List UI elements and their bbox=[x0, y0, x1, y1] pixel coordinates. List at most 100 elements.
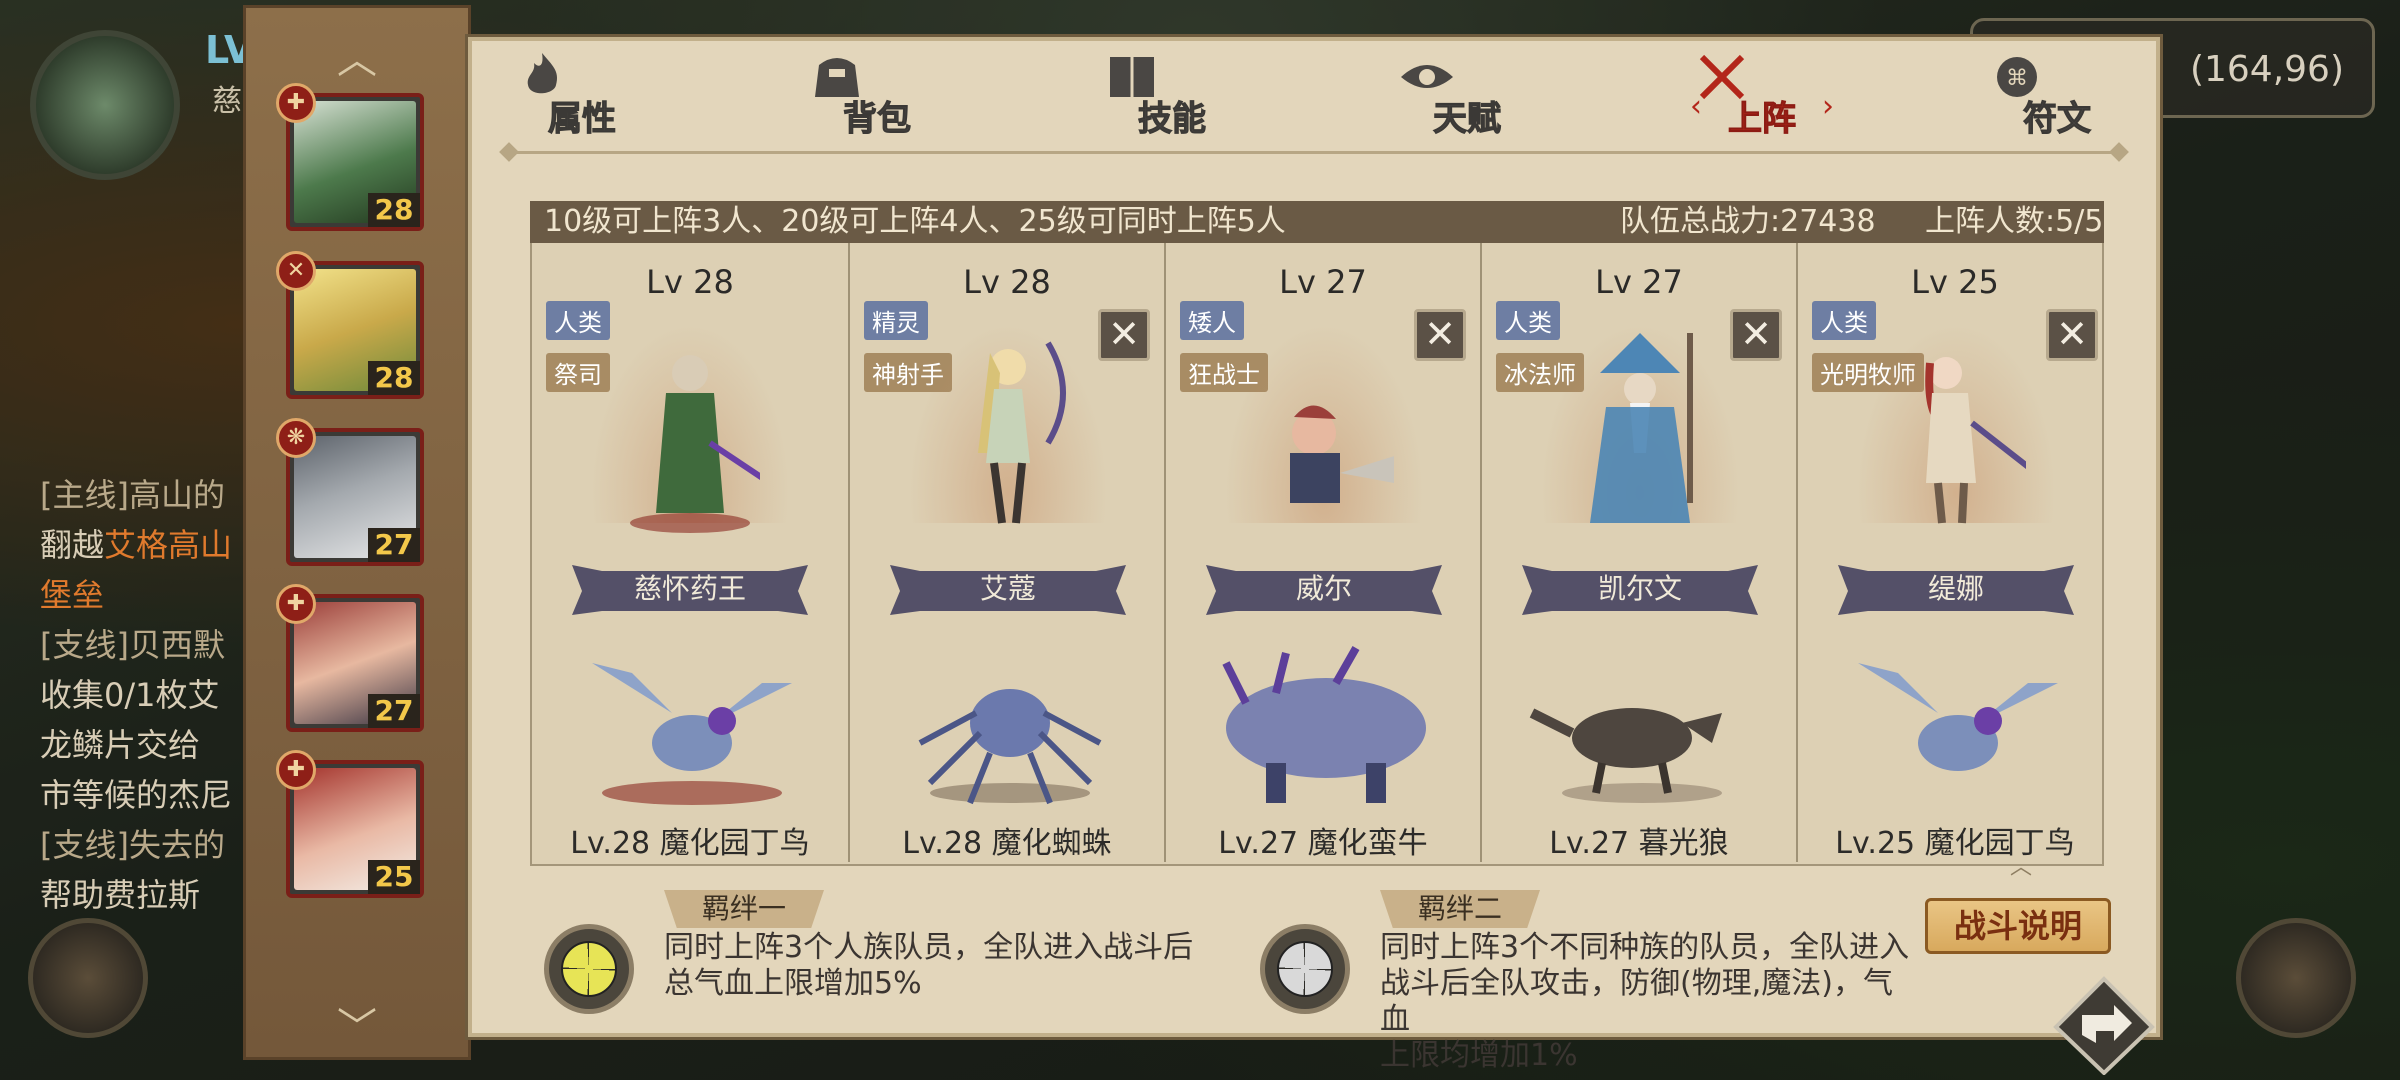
rune-icon: ⌘ bbox=[1997, 57, 2037, 97]
player-name: 慈 bbox=[212, 84, 242, 119]
slot-level: Lv 28 bbox=[646, 263, 734, 301]
tab-label: 符文 bbox=[2023, 99, 2092, 139]
hero-figure bbox=[1590, 333, 1693, 523]
bond-icon bbox=[1260, 924, 1350, 1014]
pet-name: Lv.27 暮光狼 bbox=[1549, 826, 1729, 861]
hero-name-ribbon bbox=[572, 565, 808, 615]
flame-icon bbox=[527, 53, 558, 94]
quest-title: [主线]高山的 bbox=[40, 476, 225, 514]
pet-figure bbox=[1222, 646, 1426, 803]
tab-backpack[interactable]: 背包 bbox=[807, 51, 947, 141]
lineup-slot[interactable]: Lv 25 人类 光明牧师 ✕ 缇娜 Lv.25 魔化园丁鸟 bbox=[1796, 243, 2112, 862]
lineup-slot[interactable]: Lv 27 人类 冰法师 ✕ 凯尔文 Lv. bbox=[1480, 243, 1796, 862]
mount-button[interactable] bbox=[28, 918, 148, 1038]
tab-label: 技能 bbox=[1138, 99, 1207, 139]
book-icon bbox=[1110, 57, 1154, 97]
pet-name: Lv.27 魔化蛮牛 bbox=[1218, 826, 1428, 861]
formation-rule-text: 10级可上阵3人、20级可上阵4人、25级可同时上阵5人 bbox=[544, 204, 1286, 239]
team-power: 队伍总战力:27438 bbox=[1620, 204, 1876, 239]
quest-tracker[interactable]: [主线]高山的 翻越艾格高山 堡垒 [支线]贝西默 收集0/1枚艾 龙鳞片交给 … bbox=[40, 470, 250, 920]
class-badge-icon: ✚ bbox=[276, 83, 316, 123]
tab-label: 属性 bbox=[548, 99, 617, 139]
lineup-area: Lv 28 人类 祭司 慈怀药王 Lv.28 魔化园丁鸟 Lv 28 精灵 ✕ … bbox=[530, 243, 2104, 866]
quest-body: 翻越艾格高山 bbox=[40, 526, 233, 564]
class-badge-icon: ✚ bbox=[276, 584, 316, 624]
quest-body: 收集0/1枚艾 bbox=[40, 676, 220, 714]
hero-name-ribbon bbox=[1522, 565, 1758, 615]
bond-title: 羁绊一 bbox=[664, 890, 824, 928]
class-badge-icon: ✚ bbox=[276, 750, 316, 790]
hero-level: 27 bbox=[368, 528, 420, 562]
deploy-count: 上阵人数:5/5 bbox=[1925, 204, 2104, 239]
hero-formation-panel: 属性 背包 技能 天赋 ‹ 上阵 › ⌘ 符文 10级可上阵3人、20级可上阵4… bbox=[468, 37, 2160, 1073]
slot-level: Lv 25 bbox=[1911, 263, 1999, 301]
bond-two: 羁绊二 同时上阵3个不同种族的队员，全队进入 战斗后全队攻击，防御(物理,魔法)… bbox=[1260, 884, 1920, 1073]
tab-deploy[interactable]: ‹ 上阵 › bbox=[1690, 51, 1834, 141]
bond-description: 同时上阵3个人族队员，全队进入战斗后 总气血上限增加5% bbox=[664, 930, 1194, 1001]
tab-runes[interactable]: ⌘ 符文 bbox=[1987, 51, 2127, 141]
eye-icon bbox=[1401, 65, 1453, 88]
quest-body: 龙鳞片交给 bbox=[40, 726, 201, 764]
roster-hero-card[interactable]: ✕ 28 bbox=[276, 251, 424, 399]
chevron-left-icon: ‹ bbox=[1690, 89, 1702, 124]
tab-attributes[interactable]: 属性 bbox=[512, 51, 652, 141]
battle-info-button[interactable]: 战斗说明 bbox=[1925, 898, 2111, 954]
hero-figure bbox=[630, 355, 760, 533]
pet-figure bbox=[1858, 663, 2058, 771]
quest-body: 市等候的杰尼 bbox=[40, 776, 233, 814]
hero-roster-sidebar[interactable]: ︿ ✚ 28 ✕ 28 ❋ 27 ✚ 27 ✚ 25 ﹀ bbox=[243, 5, 471, 1060]
home-button[interactable] bbox=[2236, 918, 2356, 1038]
roster-hero-card[interactable]: ✚ 27 bbox=[276, 584, 424, 732]
lineup-slot[interactable]: Lv 27 矮人 狂战士 ✕ 威尔 Lv.27 魔化蛮牛 bbox=[1164, 243, 1480, 862]
pet-name: Lv.28 魔化蜘蛛 bbox=[902, 826, 1112, 861]
tab-label: 天赋 bbox=[1433, 99, 1502, 139]
pet-figure bbox=[918, 689, 1102, 805]
tab-skills[interactable]: 技能 bbox=[1102, 51, 1242, 141]
quest-body: 堡垒 bbox=[40, 576, 105, 614]
lineup-slot[interactable]: Lv 28 人类 祭司 慈怀药王 Lv.28 魔化园丁鸟 bbox=[532, 243, 848, 862]
scroll-down-arrow-icon[interactable]: ﹀ bbox=[246, 1008, 468, 1048]
chevron-right-icon: › bbox=[1822, 89, 1834, 124]
svg-text:⌘: ⌘ bbox=[2006, 66, 2028, 91]
return-arrow-icon[interactable] bbox=[2052, 975, 2156, 1075]
scroll-up-arrow-icon[interactable]: ︿ bbox=[246, 40, 468, 80]
hero-level: 27 bbox=[368, 694, 420, 728]
slot-level: Lv 28 bbox=[963, 263, 1051, 301]
tab-bar: 属性 背包 技能 天赋 ‹ 上阵 › ⌘ 符文 bbox=[472, 41, 2156, 141]
class-badge-icon: ❋ bbox=[276, 418, 316, 458]
roster-hero-card[interactable]: ✚ 28 bbox=[276, 83, 424, 231]
bond-icon bbox=[544, 924, 634, 1014]
quest-title: [支线]失去的 bbox=[40, 826, 225, 864]
bond-description: 同时上阵3个不同种族的队员，全队进入 战斗后全队攻击，防御(物理,魔法)，气血 … bbox=[1380, 930, 1910, 1073]
player-avatar[interactable] bbox=[30, 30, 180, 180]
roster-hero-card[interactable]: ❋ 27 bbox=[276, 418, 424, 566]
roster-hero-card[interactable]: ✚ 25 bbox=[276, 750, 424, 898]
tab-talent[interactable]: 天赋 bbox=[1397, 51, 1537, 141]
hero-level: 25 bbox=[368, 860, 420, 894]
hero-name-ribbon bbox=[1206, 565, 1442, 615]
tab-label: 背包 bbox=[843, 99, 912, 139]
slot-level: Lv 27 bbox=[1279, 263, 1367, 301]
hero-name-ribbon bbox=[890, 565, 1126, 615]
bond-one: 羁绊一 同时上阵3个人族队员，全队进入战斗后 总气血上限增加5% bbox=[544, 884, 1244, 1034]
tab-label: 上阵 bbox=[1728, 99, 1797, 139]
hero-name-ribbon bbox=[1838, 565, 2074, 615]
pet-figure bbox=[592, 663, 792, 805]
bag-icon bbox=[815, 58, 859, 97]
quest-body: 帮助费拉斯 bbox=[40, 876, 201, 914]
hero-figure bbox=[1290, 405, 1394, 503]
hero-figure bbox=[1925, 357, 2026, 524]
bond-title: 羁绊二 bbox=[1380, 890, 1540, 928]
lineup-slot[interactable]: Lv 28 精灵 神射手 ✕ 艾蔻 Lv.28 魔化蜘蛛 bbox=[848, 243, 1164, 862]
class-badge-icon: ✕ bbox=[276, 251, 316, 291]
chevron-up-icon[interactable]: ︿ bbox=[2010, 849, 2032, 881]
hero-figure bbox=[978, 341, 1066, 524]
pet-name: Lv.28 魔化园丁鸟 bbox=[570, 826, 810, 861]
formation-info-bar: 10级可上阵3人、20级可上阵4人、25级可同时上阵5人 队伍总战力:27438… bbox=[530, 201, 2104, 243]
slot-level: Lv 27 bbox=[1595, 263, 1683, 301]
pet-figure bbox=[1529, 708, 1722, 803]
tab-divider bbox=[512, 151, 2116, 154]
pet-name: Lv.25 魔化园丁鸟 bbox=[1835, 826, 2075, 861]
hero-level: 28 bbox=[368, 193, 420, 227]
quest-title: [支线]贝西默 bbox=[40, 626, 225, 664]
